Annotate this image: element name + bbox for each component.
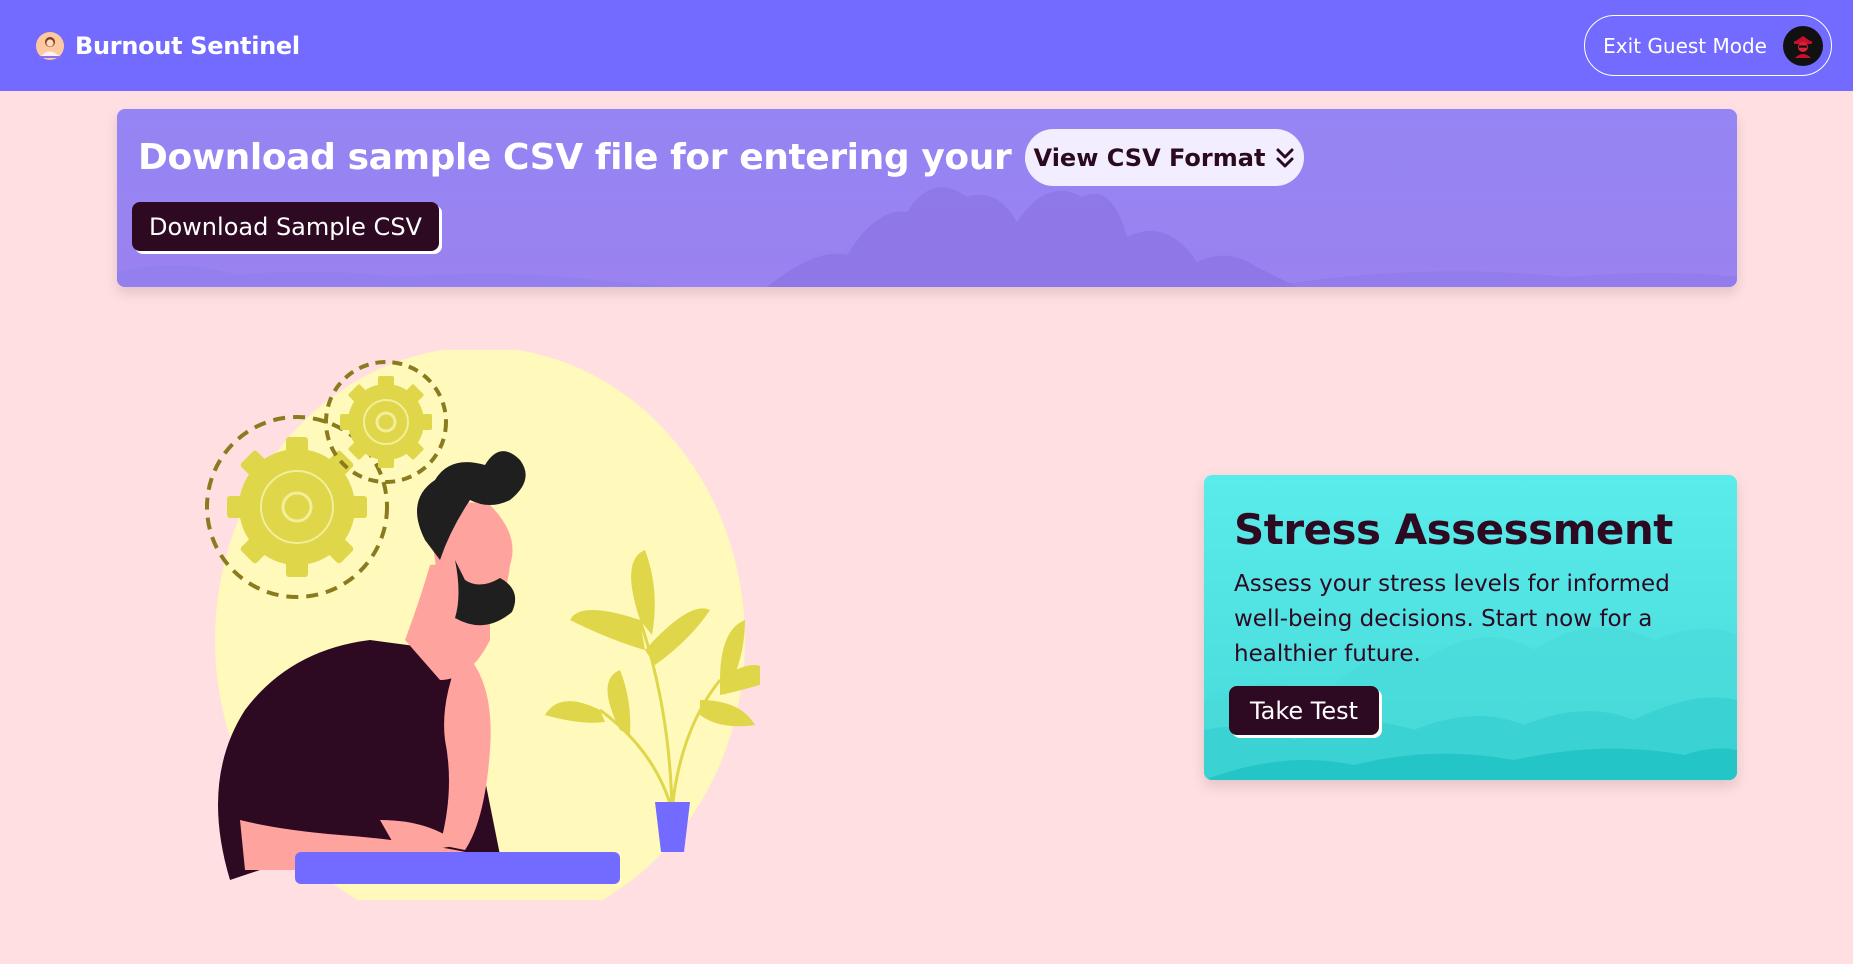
exit-guest-mode-button[interactable]: Exit Guest Mode — [1584, 15, 1832, 76]
view-csv-format-button[interactable]: View CSV Format — [1025, 129, 1304, 186]
stress-assessment-description: Assess your stress levels for informed w… — [1234, 571, 1670, 667]
navbar: Burnout Sentinel Exit Guest Mode — [0, 0, 1853, 91]
thinking-man-illustration — [205, 350, 760, 900]
exit-guest-mode-label: Exit Guest Mode — [1603, 33, 1767, 58]
download-sample-csv-button[interactable]: Download Sample CSV — [132, 202, 439, 251]
brand[interactable]: Burnout Sentinel — [35, 31, 300, 61]
view-csv-format-label: View CSV Format — [1033, 143, 1266, 172]
csv-banner: Download sample CSV file for entering yo… — [117, 109, 1737, 287]
stress-assessment-title: Stress Assessment — [1234, 505, 1673, 554]
take-test-button[interactable]: Take Test — [1229, 686, 1379, 735]
csv-banner-title: Download sample CSV file for entering yo… — [138, 137, 1114, 178]
meditating-person-logo-icon — [36, 31, 64, 60]
hacker-avatar-icon — [1783, 25, 1823, 66]
brand-name: Burnout Sentinel — [75, 31, 300, 60]
double-chevron-down-icon — [1276, 148, 1294, 167]
stress-assessment-card: Stress Assessment Assess your stress lev… — [1204, 475, 1737, 780]
